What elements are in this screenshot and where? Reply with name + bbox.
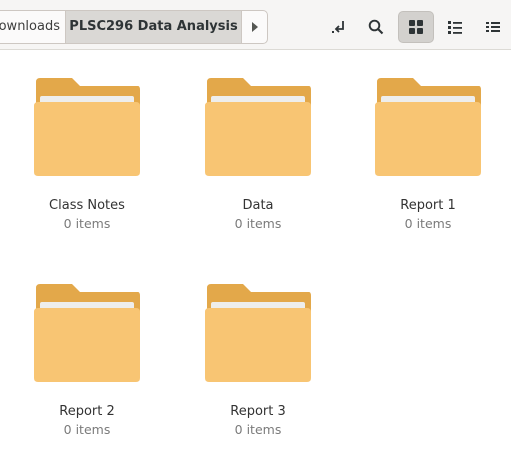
folder-icon [34,78,140,176]
search-icon [368,19,384,35]
grid-view-icon [409,20,423,34]
item-count: 0 items [63,216,111,231]
list-view-icon [448,21,462,34]
breadcrumb-downloads-label: Downloads [0,19,60,34]
triangle-right-icon [251,22,258,32]
folder-item[interactable]: Report 2 0 items [22,284,152,438]
item-count: 0 items [234,216,282,231]
breadcrumb-current-folder[interactable]: PLSC296 Data Analysis [65,10,242,44]
breadcrumb-forward-button[interactable] [241,10,268,44]
grid-view-button[interactable] [398,11,434,43]
folder-icon [375,78,481,176]
breadcrumb-current-label: PLSC296 Data Analysis [69,19,238,34]
item-name: Class Notes [49,198,125,213]
search-button[interactable] [358,11,394,43]
folder-item[interactable]: Class Notes 0 items [22,78,152,232]
item-name: Data [242,198,274,213]
view-options-button[interactable] [475,11,511,43]
header-bar: Downloads PLSC296 Data Analysis [0,0,511,50]
folder-icon [34,284,140,382]
folder-icon [205,78,311,176]
item-count: 0 items [404,216,452,231]
open-location-button[interactable] [321,11,357,43]
breadcrumb-downloads[interactable]: Downloads [0,10,66,44]
folder-item[interactable]: Report 1 0 items [363,78,493,232]
file-grid: Class Notes 0 items Data 0 items Report … [0,51,511,452]
item-name: Report 1 [400,198,456,213]
open-location-icon [332,21,344,33]
folder-item[interactable]: Report 3 0 items [193,284,323,438]
item-name: Report 2 [59,404,115,419]
item-name: Report 3 [230,404,286,419]
list-view-button[interactable] [437,11,473,43]
item-count: 0 items [63,422,111,437]
item-count: 0 items [234,422,282,437]
folder-icon [205,284,311,382]
view-options-icon [486,22,500,32]
folder-item[interactable]: Data 0 items [193,78,323,232]
